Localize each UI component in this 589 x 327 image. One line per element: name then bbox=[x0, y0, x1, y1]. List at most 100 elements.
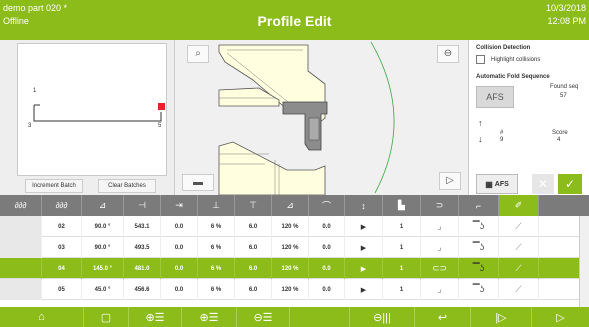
stop-button[interactable]: ⊖||| bbox=[350, 307, 415, 327]
crowning-cell[interactable]: 0.0 bbox=[309, 258, 345, 279]
column-header-select[interactable]: ∂∂∂ bbox=[0, 195, 42, 216]
row-handle[interactable] bbox=[0, 216, 42, 237]
column-header-flange[interactable]: ⊃ bbox=[421, 195, 459, 216]
row-handle[interactable] bbox=[0, 237, 42, 258]
zoom-out-button[interactable]: ⊖ bbox=[437, 45, 459, 63]
gripper-cell-icon[interactable]: ⟋ bbox=[499, 216, 539, 237]
column-header-angle[interactable]: ⊿ bbox=[82, 195, 124, 216]
opening-cell[interactable]: 6.0 bbox=[235, 279, 272, 300]
column-header-opening[interactable]: ⊤ bbox=[235, 195, 272, 216]
angle-cell[interactable]: 45.0 ° bbox=[82, 279, 124, 300]
crowning-cell[interactable]: 0.0 bbox=[309, 216, 345, 237]
column-header-crowning[interactable]: ⌒ bbox=[309, 195, 345, 216]
machine-view-button[interactable]: ▬ bbox=[182, 174, 214, 191]
gripper-icon: ✐ bbox=[514, 200, 523, 210]
speed-cell[interactable]: 6 % bbox=[198, 258, 235, 279]
afs-button[interactable]: AFS bbox=[476, 86, 514, 108]
retract-cell[interactable]: 0.0 bbox=[161, 258, 198, 279]
angle-cell[interactable]: 90.0 ° bbox=[82, 216, 124, 237]
column-header-force[interactable]: ⊿ bbox=[272, 195, 309, 216]
home-button[interactable]: ⌂ bbox=[0, 307, 84, 327]
retract-cell[interactable]: 0.0 bbox=[161, 237, 198, 258]
force-cell[interactable]: 120 % bbox=[272, 237, 309, 258]
zoom-out-icon: ⊖ bbox=[443, 48, 453, 59]
play-icon[interactable]: ▶ bbox=[345, 237, 383, 258]
table-row[interactable]: 03 90.0 ° 493.5 0.0 6 % 6.0 120 % 0.0 ▶ … bbox=[0, 237, 589, 258]
play-icon[interactable]: ▶ bbox=[345, 216, 383, 237]
column-header-retract[interactable]: ⇥ bbox=[161, 195, 198, 216]
sequence-up-icon[interactable]: ↑ bbox=[478, 118, 483, 128]
speed-cell[interactable]: 6 % bbox=[198, 237, 235, 258]
crowning-cell[interactable]: 0.0 bbox=[309, 237, 345, 258]
gripper-cell-icon[interactable]: ⟋ bbox=[499, 279, 539, 300]
simulation-view[interactable]: ⌕ ⊖ ▬ ▷ bbox=[174, 40, 469, 196]
tool-profile-icon[interactable]: ▔ʖ bbox=[459, 237, 499, 258]
confirm-button[interactable]: ✓ bbox=[558, 174, 582, 194]
undo-button[interactable]: ↩ bbox=[415, 307, 471, 327]
tool-profile-icon[interactable]: ▔ʖ bbox=[459, 279, 499, 300]
column-header-tool[interactable]: ⌐ bbox=[459, 195, 499, 216]
afs-toggle-button[interactable]: ▦ AFS bbox=[476, 174, 518, 194]
save-button[interactable]: ▢ bbox=[84, 307, 129, 327]
column-header-select-all[interactable]: ∂∂∂ bbox=[42, 195, 82, 216]
table-row-selected[interactable]: 04 145.0 ° 481.0 0.0 6 % 6.0 120 % 0.0 ▶… bbox=[0, 258, 589, 279]
tool-profile-icon[interactable]: ▔ʖ bbox=[459, 216, 499, 237]
length-cell[interactable]: 481.0 bbox=[124, 258, 161, 279]
column-header-gripper[interactable]: ✐ bbox=[499, 195, 539, 216]
flange-corner-icon[interactable]: ⌟ bbox=[421, 237, 459, 258]
length-cell[interactable]: 456.6 bbox=[124, 279, 161, 300]
repeat-cell[interactable]: 1 bbox=[383, 279, 421, 300]
repeat-cell[interactable]: 1 bbox=[383, 258, 421, 279]
zoom-fit-button[interactable]: ⌕ bbox=[187, 45, 209, 63]
flange-straight-icon[interactable]: ⊂⊃ bbox=[421, 258, 459, 279]
play-simulation-button[interactable]: ▷ bbox=[439, 172, 461, 190]
afs-toggle-label: AFS bbox=[494, 180, 509, 188]
length-cell[interactable]: 543.1 bbox=[124, 216, 161, 237]
repeat-cell[interactable]: 1 bbox=[383, 216, 421, 237]
speed-cell[interactable]: 6 % bbox=[198, 216, 235, 237]
gripper-cell-icon[interactable]: ⟋ bbox=[499, 258, 539, 279]
column-header-repeat[interactable]: ▙ bbox=[383, 195, 421, 216]
sequence-down-icon[interactable]: ↓ bbox=[478, 134, 483, 144]
row-handle[interactable] bbox=[0, 279, 42, 300]
clear-batches-button[interactable]: Clear Batches bbox=[98, 179, 156, 193]
retract-cell[interactable]: 0.0 bbox=[161, 216, 198, 237]
row-handle[interactable] bbox=[0, 258, 42, 279]
flange-corner-icon[interactable]: ⌟ bbox=[421, 279, 459, 300]
opening-cell[interactable]: 6.0 bbox=[235, 216, 272, 237]
remove-bend-button[interactable]: ⊖☰ bbox=[237, 307, 290, 327]
table-scrollbar[interactable] bbox=[579, 216, 589, 307]
gripper-cell-icon[interactable]: ⟋ bbox=[499, 237, 539, 258]
angle-cell[interactable]: 145.0 ° bbox=[82, 258, 124, 279]
column-header-length[interactable]: ⊣ bbox=[124, 195, 161, 216]
force-cell[interactable]: 120 % bbox=[272, 258, 309, 279]
profile-canvas[interactable]: 1 3 5 bbox=[17, 43, 167, 176]
title-bar: demo part 020 * Offline Profile Edit 10/… bbox=[0, 0, 589, 40]
length-cell[interactable]: 493.5 bbox=[124, 237, 161, 258]
add-bend-button[interactable]: ⊕☰ bbox=[129, 307, 182, 327]
retract-cell[interactable]: 0.0 bbox=[161, 279, 198, 300]
force-cell[interactable]: 120 % bbox=[272, 279, 309, 300]
play-icon[interactable]: ▶ bbox=[345, 258, 383, 279]
next-button[interactable]: ▷ bbox=[532, 307, 589, 327]
insert-bend-button[interactable]: ⊕☰ bbox=[182, 307, 237, 327]
column-header-speed[interactable]: ⊥ bbox=[198, 195, 235, 216]
step-forward-button[interactable]: |▷ bbox=[471, 307, 532, 327]
table-row[interactable]: 05 45.0 ° 456.6 0.0 6 % 6.0 120 % 0.0 ▶ … bbox=[0, 279, 589, 300]
speed-cell[interactable]: 6 % bbox=[198, 279, 235, 300]
profile-edit-screen: demo part 020 * Offline Profile Edit 10/… bbox=[0, 0, 589, 327]
highlight-collisions-checkbox[interactable] bbox=[476, 55, 485, 64]
table-row[interactable]: 02 90.0 ° 543.1 0.0 6 % 6.0 120 % 0.0 ▶ … bbox=[0, 216, 589, 237]
flange-corner-icon[interactable]: ⌟ bbox=[421, 216, 459, 237]
increment-batch-button[interactable]: Increment Batch bbox=[25, 179, 83, 193]
repeat-cell[interactable]: 1 bbox=[383, 237, 421, 258]
tool-profile-icon[interactable]: ▔ʖ bbox=[459, 258, 499, 279]
play-icon[interactable]: ▶ bbox=[345, 279, 383, 300]
opening-cell[interactable]: 6.0 bbox=[235, 237, 272, 258]
column-header-gauge-position[interactable]: ↕ bbox=[345, 195, 383, 216]
opening-cell[interactable]: 6.0 bbox=[235, 258, 272, 279]
crowning-cell[interactable]: 0.0 bbox=[309, 279, 345, 300]
cancel-button[interactable]: ✕ bbox=[532, 174, 554, 194]
force-cell[interactable]: 120 % bbox=[272, 216, 309, 237]
angle-cell[interactable]: 90.0 ° bbox=[82, 237, 124, 258]
